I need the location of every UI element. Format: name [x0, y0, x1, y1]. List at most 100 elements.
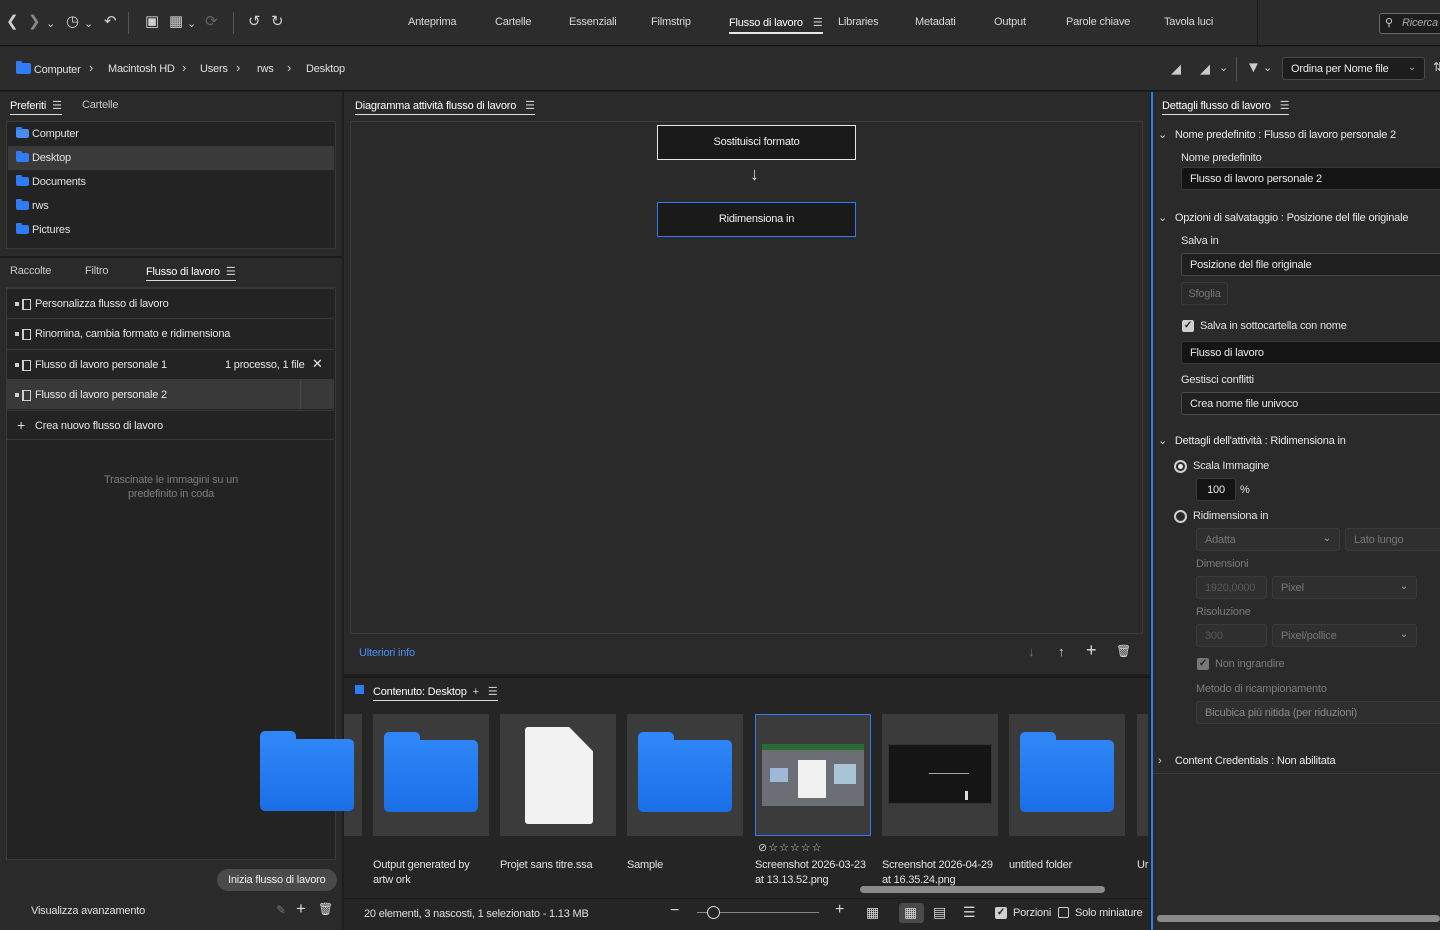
- plus-icon[interactable]: +: [1086, 640, 1097, 661]
- workspace-tab[interactable]: Parole chiave: [1066, 16, 1130, 28]
- file-thumbnail[interactable]: [882, 714, 998, 836]
- tab-filter[interactable]: Filtro: [85, 265, 108, 277]
- zoom-slider-handle[interactable]: [707, 906, 720, 919]
- back-icon[interactable]: ❮: [6, 13, 19, 31]
- chevron-down-icon[interactable]: ⌄: [1263, 61, 1272, 74]
- chevron-right-icon[interactable]: ›: [89, 60, 93, 75]
- recent-history-icon[interactable]: ◷: [66, 13, 79, 31]
- chevron-right-icon[interactable]: ›: [182, 60, 186, 75]
- favorite-item-pictures[interactable]: Pictures: [8, 218, 334, 242]
- dimensions-unit-dropdown[interactable]: Pixel ⌄: [1272, 576, 1417, 599]
- fit-dropdown[interactable]: Adatta ⌄: [1196, 528, 1340, 551]
- file-name[interactable]: Screenshot 2026-03-23 at 13.13.52.png: [755, 858, 873, 886]
- scale-value-field[interactable]: 100: [1196, 478, 1236, 501]
- favorite-item-rws[interactable]: rws: [8, 194, 334, 218]
- menu-icon[interactable]: ☰: [488, 685, 498, 698]
- chevron-down-icon[interactable]: ⌄: [187, 15, 196, 33]
- chevron-right-icon[interactable]: ›: [236, 60, 240, 75]
- move-down-icon[interactable]: ↓: [1028, 644, 1035, 659]
- save-in-dropdown[interactable]: Posizione del file originale: [1181, 253, 1440, 276]
- workflow-item[interactable]: Flusso di lavoro personale 1 1 processo, …: [6, 349, 334, 379]
- file-name[interactable]: Output generated by artw ork: [373, 858, 491, 886]
- menu-icon[interactable]: ☰: [1280, 99, 1290, 112]
- chevron-down-icon[interactable]: ⌄: [46, 15, 55, 33]
- horizontal-scrollbar[interactable]: [860, 886, 1105, 893]
- favorite-item-desktop[interactable]: Desktop: [8, 146, 334, 170]
- workspace-tab[interactable]: Libraries: [838, 16, 879, 28]
- breadcrumb-item[interactable]: Users: [200, 63, 228, 75]
- breadcrumb-item[interactable]: Macintosh HD: [108, 63, 175, 75]
- workflow-item[interactable]: Rinomina, cambia formato e ridimensiona: [6, 318, 334, 348]
- breadcrumb-item[interactable]: Computer: [16, 61, 81, 76]
- workspace-tab[interactable]: Filmstrip: [651, 16, 691, 28]
- workspace-tab[interactable]: Metadati: [915, 16, 956, 28]
- scale-radio[interactable]: [1174, 460, 1187, 473]
- subfolder-name-field[interactable]: Flusso di lavoro: [1181, 341, 1440, 364]
- sort-dropdown[interactable]: Ordina per Nome file ⌄: [1282, 57, 1425, 80]
- rating-stars[interactable]: ⊘☆☆☆☆☆: [758, 841, 823, 854]
- conflicts-dropdown[interactable]: Crea nome file univoco: [1181, 392, 1440, 415]
- file-thumbnail[interactable]: [627, 714, 743, 836]
- workflow-step-selected[interactable]: Ridimensiona in: [657, 202, 856, 237]
- resolution-field[interactable]: 300: [1196, 624, 1267, 647]
- workspace-tab-active[interactable]: Flusso di lavoro ☰: [729, 16, 823, 34]
- thumbs-only-checkbox[interactable]: [1058, 907, 1069, 918]
- forward-icon[interactable]: ❯: [28, 13, 41, 31]
- menu-icon[interactable]: ☰: [52, 99, 62, 112]
- breadcrumb-item[interactable]: Desktop: [306, 63, 345, 75]
- create-workflow-item[interactable]: + Crea nuovo flusso di lavoro: [6, 410, 334, 440]
- slices-checkbox[interactable]: ✓: [995, 907, 1007, 919]
- quality-icon[interactable]: ◢: [1171, 61, 1181, 77]
- edit-icon[interactable]: ✎: [276, 903, 286, 917]
- tab-workflow[interactable]: Flusso di lavoro ☰: [146, 265, 236, 281]
- workspace-tab[interactable]: Cartelle: [495, 16, 532, 28]
- grid-lock-icon[interactable]: ▦: [866, 904, 879, 921]
- breadcrumb-item[interactable]: rws: [257, 63, 274, 75]
- resample-dropdown[interactable]: Bicubica più nitida (per riduzioni): [1196, 701, 1440, 724]
- task-details-section-header[interactable]: ⌄ Dettagli dell'attività : Ridimensiona …: [1158, 434, 1346, 447]
- workflow-step[interactable]: Sostituisci formato: [657, 125, 856, 160]
- return-icon[interactable]: ↶: [104, 13, 117, 31]
- list-view-icon[interactable]: ☰: [963, 904, 976, 921]
- chevron-down-icon[interactable]: ⌄: [84, 15, 93, 33]
- workflow-item[interactable]: Personalizza flusso di lavoro: [6, 288, 334, 318]
- trash-icon[interactable]: 🗑: [318, 902, 333, 916]
- trash-icon[interactable]: 🗑: [1116, 644, 1131, 658]
- save-options-section-header[interactable]: ⌄ Opzioni di salvataggio : Posizione del…: [1158, 211, 1408, 224]
- resolution-unit-dropdown[interactable]: Pixel/pollice ⌄: [1272, 624, 1417, 647]
- zoom-in-icon[interactable]: +: [835, 901, 844, 919]
- file-name[interactable]: Sample: [627, 858, 745, 886]
- sort-order-icon[interactable]: ⇅: [1433, 60, 1440, 74]
- workspace-tab[interactable]: Output: [994, 16, 1026, 28]
- preset-section-header[interactable]: ⌄ Nome predefinito : Flusso di lavoro pe…: [1158, 128, 1396, 141]
- long-side-dropdown[interactable]: Lato lungo: [1345, 528, 1440, 551]
- menu-icon[interactable]: ☰: [813, 16, 823, 29]
- chevron-right-icon[interactable]: ›: [287, 60, 291, 75]
- no-enlarge-checkbox[interactable]: ✓: [1197, 658, 1209, 670]
- menu-icon[interactable]: ☰: [525, 99, 535, 112]
- file-name[interactable]: Screenshot 2026-04-29 at 16.35.24.png: [882, 858, 1000, 886]
- sync-icon[interactable]: ⟳: [205, 13, 218, 31]
- plus-icon[interactable]: +: [296, 899, 306, 919]
- file-thumbnail[interactable]: [260, 714, 362, 836]
- workflow-item-selected[interactable]: Flusso di lavoro personale 2: [6, 379, 334, 409]
- start-workflow-button[interactable]: Inizia flusso di lavoro: [217, 869, 337, 891]
- credentials-section-header[interactable]: › Content Credentials : Non abilitata: [1158, 755, 1336, 767]
- file-thumbnail[interactable]: [373, 714, 489, 836]
- chevron-down-icon[interactable]: ⌄: [1219, 61, 1228, 74]
- dimensions-field[interactable]: 1920,0000: [1196, 576, 1267, 599]
- file-thumbnail-selected[interactable]: [755, 714, 871, 836]
- subfolder-checkbox[interactable]: ✓: [1182, 320, 1194, 332]
- filter-icon[interactable]: ▼: [1246, 59, 1261, 76]
- zoom-out-icon[interactable]: −: [670, 902, 679, 920]
- workspace-tab[interactable]: Tavola luci: [1164, 16, 1213, 28]
- resize-radio[interactable]: [1174, 510, 1187, 523]
- refine-icon[interactable]: ▦: [169, 13, 183, 31]
- file-name[interactable]: Projet sans titre.ssa: [500, 858, 618, 886]
- favorite-item-computer[interactable]: Computer: [8, 122, 334, 146]
- view-progress-label[interactable]: Visualizza avanzamento: [31, 905, 145, 917]
- tab-favorites[interactable]: Preferiti ☰: [10, 99, 62, 115]
- plus-icon[interactable]: +: [473, 686, 479, 698]
- tab-collections[interactable]: Raccolte: [10, 265, 51, 277]
- file-thumbnail[interactable]: [1137, 714, 1148, 836]
